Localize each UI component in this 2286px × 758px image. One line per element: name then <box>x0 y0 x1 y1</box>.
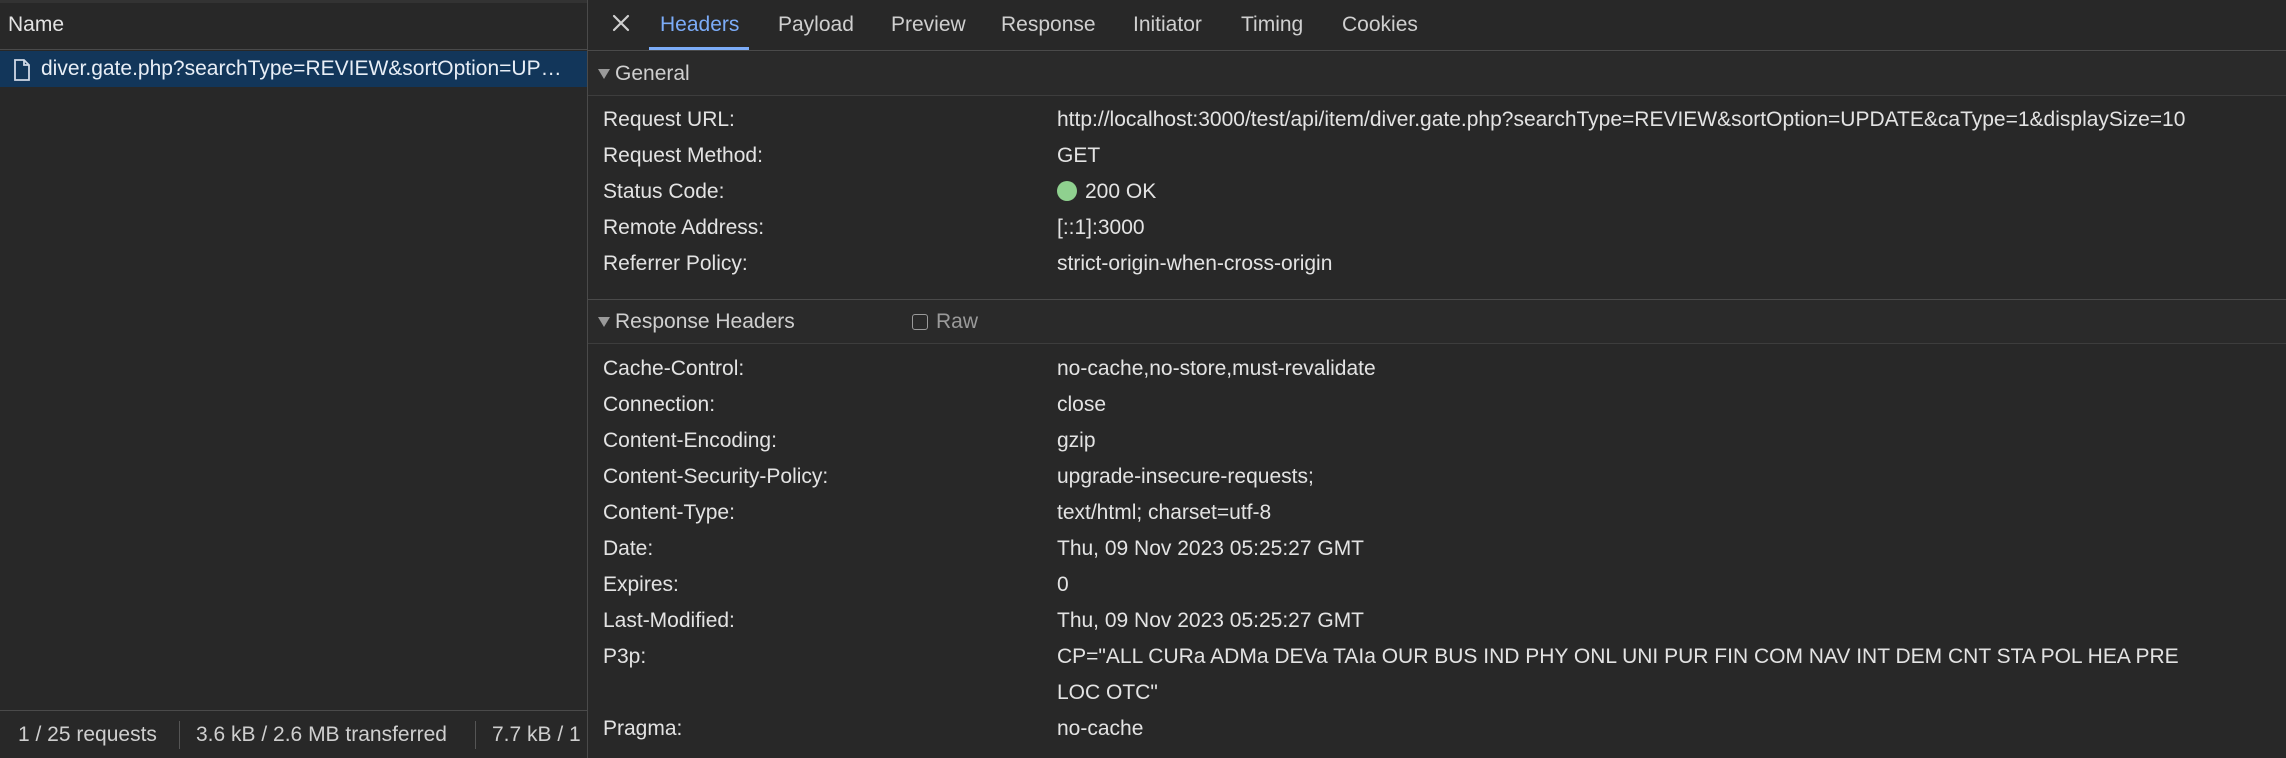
header-key: Cache-Control: <box>603 357 745 380</box>
response-headers-section-header[interactable]: Response Headers Raw <box>588 300 2286 344</box>
header-value: 0 <box>1057 573 1069 596</box>
request-list-pane: Name diver.gate.php?searchType=REVIEW&so… <box>0 0 588 758</box>
header-key: Last-Modified: <box>603 609 735 632</box>
triangle-down-icon <box>598 69 610 79</box>
header-value: http://localhost:3000/test/api/item/dive… <box>1057 108 2186 131</box>
request-row-selected[interactable]: diver.gate.php?searchType=REVIEW&sortOpt… <box>0 51 587 87</box>
triangle-down-icon <box>598 317 610 327</box>
header-value: strict-origin-when-cross-origin <box>1057 252 1333 275</box>
header-key: Expires: <box>603 573 679 596</box>
header-value: 200 OK <box>1085 180 1157 203</box>
response-header-row: Last-Modified: Thu, 09 Nov 2023 05:25:27… <box>588 603 2286 639</box>
request-name: diver.gate.php?searchType=REVIEW&sortOpt… <box>41 57 576 80</box>
header-key: Connection: <box>603 393 716 416</box>
general-row: Request URL: http://localhost:3000/test/… <box>588 102 2286 138</box>
tab-initiator[interactable]: Initiator <box>1133 13 1202 37</box>
header-key: Content-Type: <box>603 501 735 524</box>
resources-size: 7.7 kB / 1 <box>492 723 581 746</box>
header-value: close <box>1057 393 1107 416</box>
general-section-title: General <box>615 62 690 85</box>
header-key: Status Code: <box>603 180 725 203</box>
response-header-row: Content-Security-Policy: upgrade-insecur… <box>588 459 2286 495</box>
header-key: Content-Security-Policy: <box>603 465 829 488</box>
close-icon[interactable] <box>608 10 634 36</box>
tab-timing[interactable]: Timing <box>1241 13 1303 37</box>
header-value: CP="ALL CURa ADMa DEVa TAIa OUR BUS IND … <box>1057 645 2179 704</box>
header-value: GET <box>1057 144 1101 167</box>
header-key: Referrer Policy: <box>603 252 748 275</box>
active-tab-indicator <box>649 47 749 50</box>
tab-response[interactable]: Response <box>1001 13 1096 37</box>
status-code-value: 200 OK <box>1057 180 1156 204</box>
tab-preview[interactable]: Preview <box>891 13 966 37</box>
response-header-row: Cache-Control: no-cache,no-store,must-re… <box>588 351 2286 387</box>
header-value: no-cache <box>1057 717 1144 740</box>
divider <box>475 721 476 749</box>
general-row: Referrer Policy: strict-origin-when-cros… <box>588 246 2286 282</box>
general-row: Remote Address: [::1]:3000 <box>588 210 2286 246</box>
request-count: 1 / 25 requests <box>18 723 157 746</box>
header-value: [::1]:3000 <box>1057 216 1145 239</box>
header-key: Pragma: <box>603 717 683 740</box>
tab-payload[interactable]: Payload <box>778 13 854 37</box>
network-status-bar: 1 / 25 requests 3.6 kB / 2.6 MB transfer… <box>0 710 587 758</box>
header-key: P3p: <box>603 645 647 668</box>
header-key: Content-Encoding: <box>603 429 777 452</box>
tab-cookies[interactable]: Cookies <box>1342 13 1418 37</box>
response-header-row: Pragma: no-cache <box>588 711 2286 747</box>
header-value: text/html; charset=utf-8 <box>1057 501 1272 524</box>
divider <box>0 0 587 3</box>
response-header-row: Content-Encoding: gzip <box>588 423 2286 459</box>
header-key: Remote Address: <box>603 216 765 239</box>
tab-headers[interactable]: Headers <box>660 13 739 37</box>
transferred-size: 3.6 kB / 2.6 MB transferred <box>196 723 447 746</box>
response-header-row: P3p: CP="ALL CURa ADMa DEVa TAIa OUR BUS… <box>588 639 2286 711</box>
devtools-network-panel: Name diver.gate.php?searchType=REVIEW&so… <box>0 0 2286 758</box>
header-value: Thu, 09 Nov 2023 05:25:27 GMT <box>1057 537 1365 560</box>
header-key: Request URL: <box>603 108 735 131</box>
response-header-row: Connection: close <box>588 387 2286 423</box>
general-row: Request Method: GET <box>588 138 2286 174</box>
response-header-row: Content-Type: text/html; charset=utf-8 <box>588 495 2286 531</box>
raw-checkbox[interactable] <box>912 314 928 330</box>
general-row: Status Code: 200 OK <box>588 174 2286 210</box>
header-value: upgrade-insecure-requests; <box>1057 465 1314 488</box>
response-header-row: Expires: 0 <box>588 567 2286 603</box>
request-list-header: Name <box>0 0 587 50</box>
request-details-pane: Headers Payload Preview Response Initiat… <box>588 0 2286 758</box>
status-ok-icon <box>1057 181 1077 201</box>
document-icon <box>14 59 30 81</box>
response-header-row: Date: Thu, 09 Nov 2023 05:25:27 GMT <box>588 531 2286 567</box>
header-value: Thu, 09 Nov 2023 05:25:27 GMT <box>1057 609 1365 632</box>
raw-label[interactable]: Raw <box>936 310 978 334</box>
response-headers-title: Response Headers <box>615 310 795 333</box>
header-key: Date: <box>603 537 654 560</box>
header-value: no-cache,no-store,must-revalidate <box>1057 357 1376 380</box>
divider <box>179 721 180 749</box>
details-tab-bar: Headers Payload Preview Response Initiat… <box>588 0 2286 51</box>
general-section-header[interactable]: General <box>588 52 2286 96</box>
header-value: gzip <box>1057 429 1096 452</box>
name-column-header[interactable]: Name <box>8 13 64 37</box>
header-key: Request Method: <box>603 144 763 167</box>
